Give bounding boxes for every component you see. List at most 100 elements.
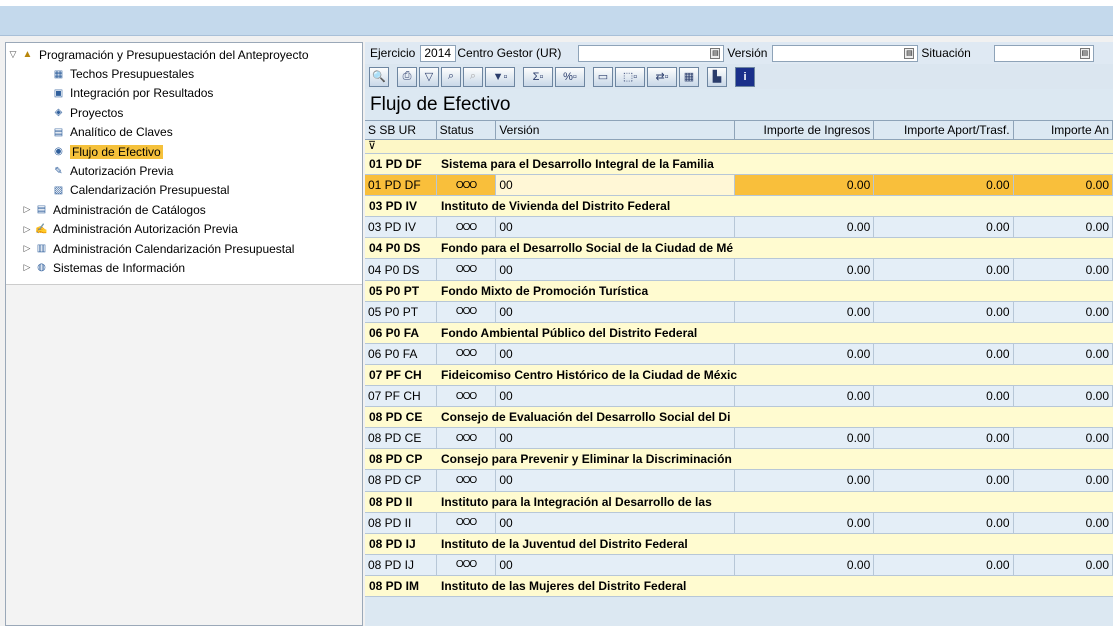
nav-folder[interactable]: ▷ ▥ Administración Calendarización Presupu…	[6, 239, 362, 258]
status-icon[interactable]: OOO	[437, 301, 497, 322]
cell-ur[interactable]: 01 PD DF	[365, 175, 437, 196]
nav-item[interactable]: ◉ Flujo de Efectivo	[6, 142, 362, 161]
nav-folder[interactable]: ▷ ◍ Sistemas de Información	[6, 258, 362, 277]
cell-ingresos[interactable]: 0.00	[735, 554, 875, 575]
value-help-icon[interactable]: ▤	[1079, 47, 1090, 59]
cell-version[interactable]: 00	[496, 428, 736, 449]
cell-version[interactable]: 00	[496, 554, 736, 575]
nav-item[interactable]: ▣ Integración por Resultados	[6, 84, 362, 103]
col-header-ur[interactable]: S SB UR	[365, 121, 437, 139]
cell-an[interactable]: 0.00	[1014, 470, 1113, 491]
collapse-triangle-icon[interactable]: ▽	[6, 49, 20, 60]
cell-ur[interactable]: 08 PD CP	[365, 470, 437, 491]
value-help-icon[interactable]: ▤	[904, 47, 915, 59]
nav-folder[interactable]: ▷ ▤ Administración de Catálogos	[6, 200, 362, 219]
table-row[interactable]: 06 P0 FA OOO 00 0.00 0.00 0.00	[365, 343, 1113, 365]
group-row[interactable]: 01 PD DF Sistema para el Desarrollo Integ…	[365, 154, 1113, 176]
value-help-icon[interactable]: ▤	[710, 47, 721, 59]
find-next-icon[interactable]: ⌕	[463, 66, 483, 87]
cell-an[interactable]: 0.00	[1014, 386, 1113, 407]
col-header-aport[interactable]: Importe Aport/Trasf.	[874, 121, 1014, 139]
cell-version[interactable]: 00	[496, 175, 736, 196]
cell-ingresos[interactable]: 0.00	[735, 428, 875, 449]
nav-item[interactable]: ▤ Analítico de Claves	[6, 123, 362, 142]
table-row[interactable]: 07 PF CH OOO 00 0.00 0.00 0.00	[365, 386, 1113, 408]
situacion-field[interactable]: ▤	[993, 44, 1094, 62]
version-field[interactable]: ▤	[772, 44, 919, 62]
group-row[interactable]: 08 PD IJ Instituto de la Juventud del Dis…	[365, 533, 1113, 555]
cell-ur[interactable]: 08 PD II	[365, 512, 437, 533]
cell-aport[interactable]: 0.00	[874, 301, 1014, 322]
table-row[interactable]: 08 PD IJ OOO 00 0.00 0.00 0.00	[365, 554, 1113, 576]
cell-ingresos[interactable]: 0.00	[735, 386, 875, 407]
status-icon[interactable]: OOO	[437, 554, 497, 575]
col-header-ingresos[interactable]: Importe de Ingresos	[735, 121, 875, 139]
cell-aport[interactable]: 0.00	[874, 217, 1014, 238]
group-row[interactable]: 04 P0 DS Fondo para el Desarrollo Social …	[365, 238, 1113, 260]
cell-an[interactable]: 0.00	[1014, 343, 1113, 364]
cell-an[interactable]: 0.00	[1014, 512, 1113, 533]
cell-aport[interactable]: 0.00	[874, 428, 1014, 449]
status-icon[interactable]: OOO	[437, 217, 497, 238]
cell-version[interactable]: 00	[496, 512, 736, 533]
details-icon[interactable]: 🔍	[369, 66, 389, 87]
nav-item[interactable]: ▦ Techos Presupuestales	[6, 64, 362, 83]
col-header-version[interactable]: Versión	[496, 121, 736, 139]
grid-icon[interactable]: ▦	[679, 66, 699, 87]
cell-version[interactable]: 00	[496, 470, 736, 491]
group-row[interactable]: 06 P0 FA Fondo Ambiental Público del Dist…	[365, 322, 1113, 344]
cell-aport[interactable]: 0.00	[874, 470, 1014, 491]
export-dropdown-icon[interactable]: ⬚▫	[615, 66, 645, 87]
table-row[interactable]: 08 PD CP OOO 00 0.00 0.00 0.00	[365, 470, 1113, 492]
subtotal-dropdown-icon[interactable]: %▫	[555, 66, 585, 87]
cell-an[interactable]: 0.00	[1014, 554, 1113, 575]
print-icon[interactable]: ⎙	[397, 66, 417, 87]
cell-version[interactable]: 00	[496, 301, 736, 322]
cell-version[interactable]: 00	[496, 386, 736, 407]
layout-dropdown-icon[interactable]: ⇄▫	[647, 66, 677, 87]
filter-icon[interactable]: ⊽	[368, 140, 376, 152]
ejercicio-field[interactable]: 2014	[420, 44, 457, 62]
print-preview-icon[interactable]: ▭	[593, 66, 613, 87]
cell-ingresos[interactable]: 0.00	[735, 217, 875, 238]
table-row[interactable]: 01 PD DF OOO 00 0.00 0.00 0.00	[365, 175, 1113, 197]
status-icon[interactable]: OOO	[437, 343, 497, 364]
nav-item[interactable]: ✎ Autorización Previa	[6, 161, 362, 180]
cell-an[interactable]: 0.00	[1014, 259, 1113, 280]
col-header-an[interactable]: Importe An	[1014, 121, 1113, 139]
cell-aport[interactable]: 0.00	[874, 386, 1014, 407]
cell-an[interactable]: 0.00	[1014, 175, 1113, 196]
group-row[interactable]: 08 PD II Instituto para la Integración al…	[365, 491, 1113, 513]
cell-ingresos[interactable]: 0.00	[735, 343, 875, 364]
tree-root[interactable]: ▽ ▲ Programación y Presupuestación del A…	[6, 45, 362, 64]
status-icon[interactable]: OOO	[437, 470, 497, 491]
group-row[interactable]: 08 PD IM Instituto de las Mujeres del Dis…	[365, 575, 1113, 597]
cell-aport[interactable]: 0.00	[874, 554, 1014, 575]
cell-aport[interactable]: 0.00	[874, 175, 1014, 196]
expand-triangle-icon[interactable]: ▷	[20, 243, 34, 254]
expand-triangle-icon[interactable]: ▷	[20, 224, 34, 235]
cell-ingresos[interactable]: 0.00	[735, 470, 875, 491]
table-row[interactable]: 04 P0 DS OOO 00 0.00 0.00 0.00	[365, 259, 1113, 281]
col-header-status[interactable]: Status	[437, 121, 497, 139]
cell-aport[interactable]: 0.00	[874, 512, 1014, 533]
table-row[interactable]: 03 PD IV OOO 00 0.00 0.00 0.00	[365, 217, 1113, 239]
info-icon[interactable]: i	[735, 66, 755, 87]
cell-ingresos[interactable]: 0.00	[735, 301, 875, 322]
cell-ingresos[interactable]: 0.00	[735, 259, 875, 280]
table-row[interactable]: 08 PD II OOO 00 0.00 0.00 0.00	[365, 512, 1113, 534]
graphic-icon[interactable]: ▙	[707, 66, 727, 87]
nav-item[interactable]: ▧ Calendarización Presupuestal	[6, 181, 362, 200]
cell-ur[interactable]: 03 PD IV	[365, 217, 437, 238]
nav-item[interactable]: ◈ Proyectos	[6, 103, 362, 122]
status-icon[interactable]: OOO	[437, 512, 497, 533]
group-row[interactable]: 03 PD IV Instituto de Vivienda del Distri…	[365, 196, 1113, 218]
cell-an[interactable]: 0.00	[1014, 428, 1113, 449]
cell-version[interactable]: 00	[496, 343, 736, 364]
group-row[interactable]: 08 PD CP Consejo para Prevenir y Eliminar…	[365, 449, 1113, 471]
group-row[interactable]: 08 PD CE Consejo de Evaluación del Desarr…	[365, 407, 1113, 429]
cell-ur[interactable]: 08 PD CE	[365, 428, 437, 449]
cell-ingresos[interactable]: 0.00	[735, 175, 875, 196]
centro-gestor-field[interactable]: ▤	[578, 44, 725, 62]
group-row[interactable]: 07 PF CH Fideicomiso Centro Histórico de …	[365, 364, 1113, 387]
